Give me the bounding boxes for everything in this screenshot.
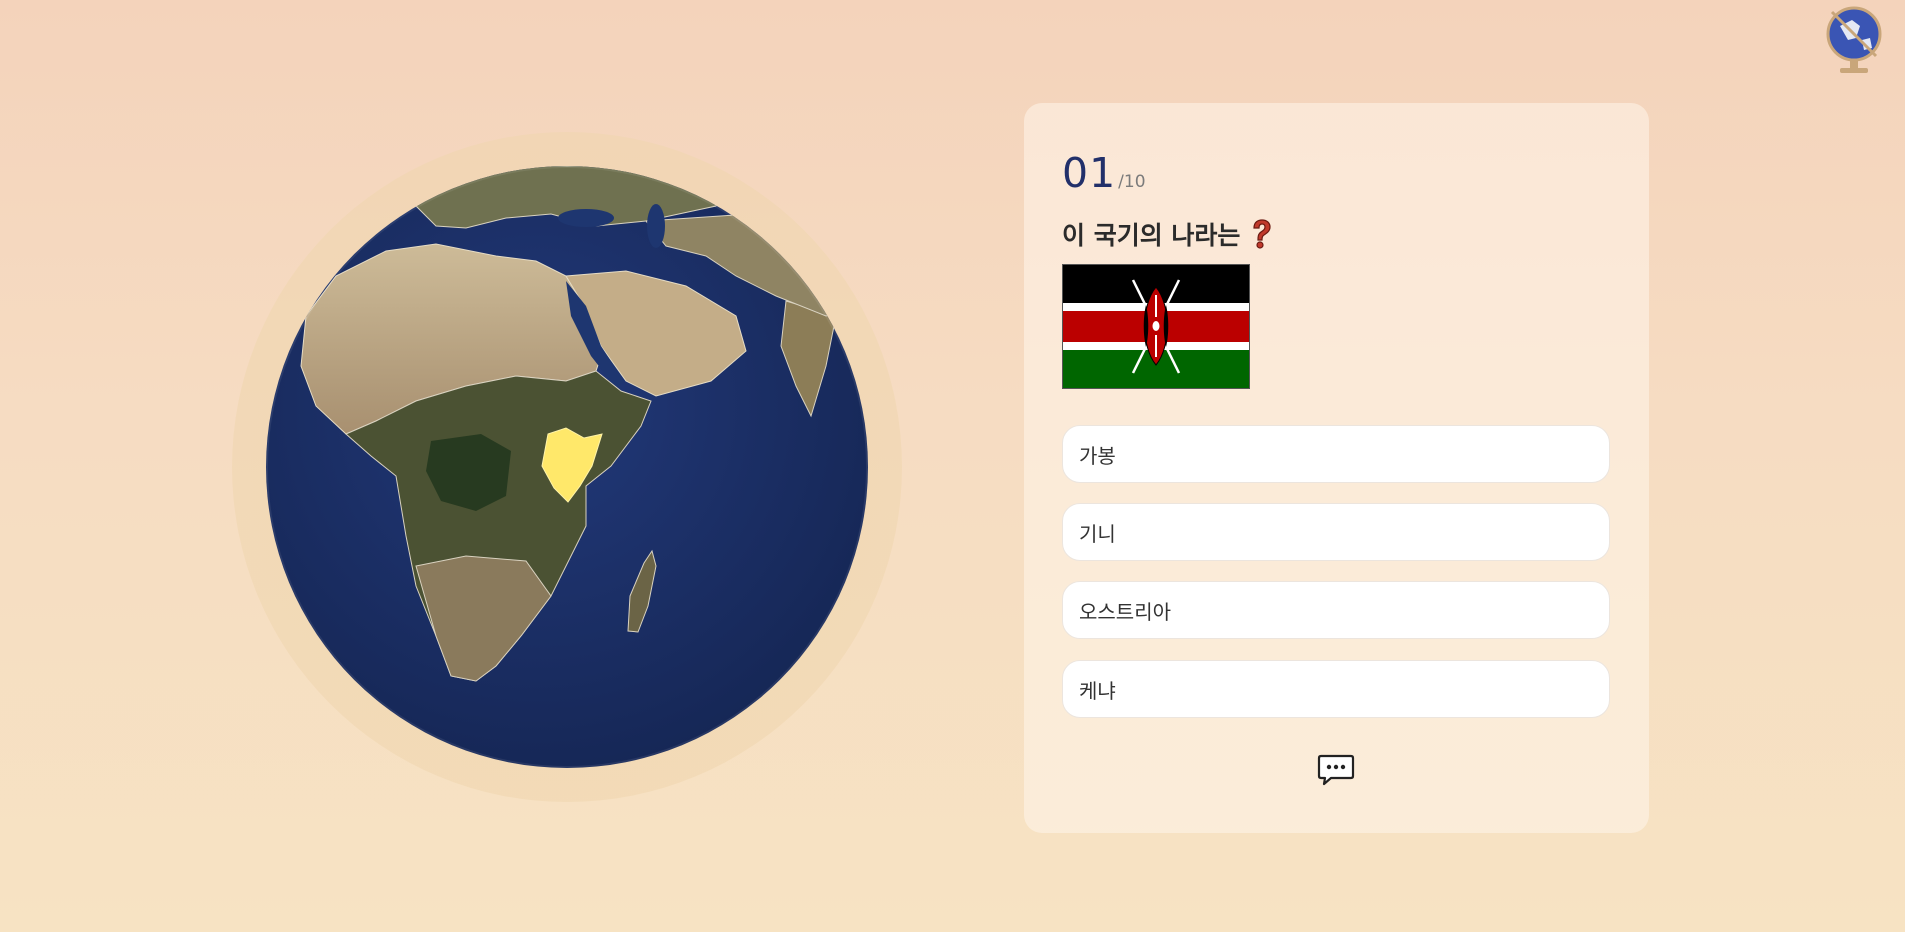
globe-map[interactable] [266, 166, 868, 768]
quiz-card: 01 /10 이 국기의 나라는 가봉 기니 오스트리아 케냐 [1024, 103, 1649, 833]
answer-option-3[interactable]: 오스트리아 [1062, 581, 1610, 639]
caspian-sea [647, 204, 665, 248]
speech-bubble-icon[interactable] [1317, 753, 1355, 787]
question-mark-icon [1253, 219, 1272, 249]
globe-area[interactable] [232, 132, 902, 802]
total-questions: /10 [1118, 172, 1146, 192]
kenya-flag-image [1063, 265, 1249, 388]
black-sea [558, 209, 614, 227]
question-counter: 01 /10 [1062, 149, 1146, 197]
answer-option-1[interactable]: 가봉 [1062, 425, 1610, 483]
question-text: 이 국기의 나라는 [1062, 221, 1241, 250]
question-prompt: 이 국기의 나라는 [1062, 216, 1272, 252]
answer-option-4[interactable]: 케냐 [1062, 660, 1610, 718]
answer-option-2[interactable]: 기니 [1062, 503, 1610, 561]
globe-logo-icon[interactable] [1822, 4, 1886, 76]
current-question-number: 01 [1062, 149, 1117, 197]
kenya-flag [1062, 264, 1250, 389]
